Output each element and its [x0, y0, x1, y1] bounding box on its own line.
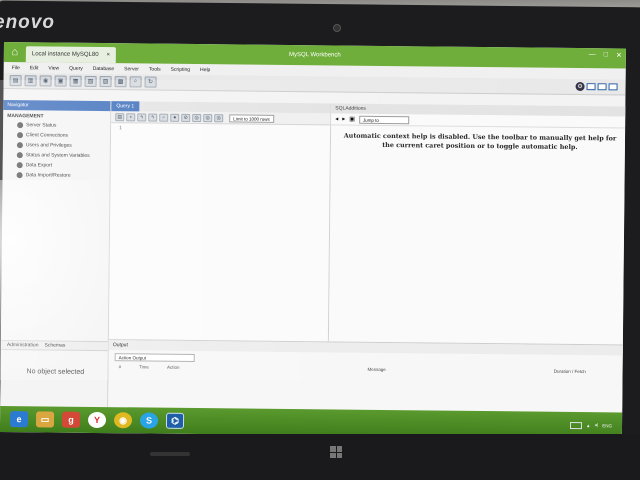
autocommit-icon[interactable]: ◎	[214, 113, 224, 122]
save-icon[interactable]: ▪	[126, 112, 136, 121]
limit-rows-select[interactable]: Limit to 1000 rows	[229, 113, 274, 123]
create-function-icon[interactable]: ▩	[114, 76, 127, 88]
menu-help[interactable]: Help	[200, 67, 210, 73]
nav-item-label: Data Import/Restore	[25, 172, 71, 179]
server-status-icon	[17, 122, 24, 129]
toggle-output-icon[interactable]	[597, 83, 607, 91]
col-duration: Duration / Fetch	[553, 368, 586, 375]
menu-server[interactable]: Server	[124, 66, 139, 72]
screen: ⌂ Local instance MySQL80 × MySQL Workben…	[0, 42, 626, 439]
menu-file[interactable]: File	[12, 65, 20, 71]
col-time: Time	[139, 364, 149, 370]
create-procedure-icon[interactable]: ▨	[99, 76, 112, 88]
monitor-chin	[0, 434, 640, 480]
users-icon	[16, 142, 23, 149]
window-controls: — □ ✕	[589, 51, 622, 59]
toolbar-right: ⚙	[575, 81, 618, 92]
execute-icon[interactable]: ϟ	[137, 112, 147, 121]
tab-administration[interactable]: Administration	[7, 342, 39, 348]
back-icon[interactable]: ◂	[335, 115, 338, 122]
menu-query[interactable]: Query	[69, 65, 83, 71]
navigator-panel: Navigator MANAGEMENT Server Status Clien…	[0, 99, 112, 408]
search-table-data-icon[interactable]: ⌕	[129, 76, 142, 88]
photo-background: enovo ⌂ Local instance MySQL80 × MySQL W…	[0, 0, 640, 480]
connection-tab[interactable]: Local instance MySQL80 ×	[25, 46, 117, 64]
toggle-secondary-sidebar-icon[interactable]	[608, 83, 618, 91]
create-table-icon[interactable]: ▦	[69, 75, 82, 87]
home-icon[interactable]: ⌂	[4, 42, 26, 62]
close-icon[interactable]: ×	[107, 52, 111, 58]
tray-icon[interactable]	[569, 421, 583, 429]
maximize-button[interactable]: □	[604, 51, 608, 59]
output-columns: # Time Action Message Duration / Fetch	[109, 364, 623, 374]
col-action: Action	[166, 364, 180, 370]
tab-query-1[interactable]: Query 1	[111, 101, 140, 112]
stop-icon[interactable]: ●	[170, 113, 180, 122]
line-number: 1	[119, 125, 122, 132]
execute-current-icon[interactable]: ϟ	[148, 113, 158, 122]
no-object-label: No object selected	[26, 368, 85, 376]
nav-item-label: Status and System Variables	[25, 152, 90, 159]
webcam	[333, 24, 341, 32]
open-sql-script-icon[interactable]: ▥	[24, 75, 37, 87]
navigator-tabs: Administration Schemas	[0, 339, 108, 352]
output-type-select[interactable]: Action Output	[114, 353, 195, 363]
new-sql-tab-icon[interactable]: ▤	[9, 75, 22, 87]
nav-item-label: Users and Privileges	[25, 142, 72, 149]
volume-icon[interactable]: ◂)	[594, 422, 598, 428]
menu-scripting[interactable]: Scripting	[171, 66, 191, 72]
tab-schemas[interactable]: Schemas	[44, 342, 65, 348]
commit-icon[interactable]: ◎	[192, 113, 202, 122]
nav-item-label: Client Connections	[25, 132, 69, 139]
explain-icon[interactable]: ⌕	[159, 113, 169, 122]
windows-logo-icon	[330, 446, 342, 458]
connection-tab-label: Local instance MySQL80	[31, 51, 99, 58]
menu-tools[interactable]: Tools	[149, 66, 161, 72]
workbench-icon[interactable]: ⌬	[165, 412, 185, 429]
reconnect-icon[interactable]: ↻	[144, 76, 157, 88]
nav-item-data-import[interactable]: Data Import/Restore	[3, 170, 110, 181]
minimize-button[interactable]: —	[589, 51, 596, 59]
col-message: Message	[367, 366, 386, 373]
import-icon	[16, 172, 23, 179]
system-tray: ▲ ◂) ENG	[569, 421, 612, 429]
chrome-icon[interactable]: ◉	[113, 412, 133, 429]
language-indicator[interactable]: ENG	[602, 423, 612, 428]
variables-icon	[16, 152, 23, 159]
brand-logo: enovo	[0, 12, 55, 33]
explorer-icon[interactable]: ▭	[35, 411, 55, 428]
menu-edit[interactable]: Edit	[30, 65, 39, 71]
nav-item-label: Data Export	[25, 162, 53, 169]
rollback-icon[interactable]: ◎	[203, 113, 213, 122]
google-plus-icon[interactable]: g	[61, 411, 81, 428]
create-schema-icon[interactable]: ▣	[54, 75, 67, 87]
jump-to-select[interactable]: Jump to	[358, 115, 409, 124]
menu-database[interactable]: Database	[93, 65, 114, 71]
close-window-button[interactable]: ✕	[616, 51, 622, 59]
skype-icon[interactable]: S	[139, 412, 159, 429]
toggle-errors-icon[interactable]: ⊘	[181, 113, 191, 122]
settings-icon[interactable]: ⚙	[575, 81, 585, 92]
schema-inspector-icon[interactable]: ◉	[39, 75, 52, 87]
forward-icon[interactable]: ▸	[342, 116, 345, 123]
network-icon[interactable]: ▲	[586, 423, 591, 428]
navigator-header: Navigator	[3, 99, 111, 112]
col-number: #	[118, 364, 122, 370]
context-help-text: Automatic context help is disabled. Use …	[343, 131, 617, 151]
toggle-sidebar-icon[interactable]	[586, 83, 596, 91]
nav-item-label: Server Status	[26, 122, 57, 129]
yandex-icon[interactable]: Y	[87, 411, 107, 429]
auto-help-icon[interactable]: ▣	[349, 116, 355, 123]
ie-icon[interactable]: e	[9, 411, 29, 428]
menu-view[interactable]: View	[48, 65, 59, 71]
speaker-grill	[150, 452, 190, 456]
editor-toolbar: ▤ ▪ ϟ ϟ ⌕ ● ⊘ ◎ ◎ ◎ Limit to 1000 rows	[111, 111, 331, 126]
open-file-icon[interactable]: ▤	[115, 112, 125, 121]
connections-icon	[16, 132, 24, 139]
create-view-icon[interactable]: ▧	[84, 75, 97, 87]
export-icon	[16, 162, 23, 169]
